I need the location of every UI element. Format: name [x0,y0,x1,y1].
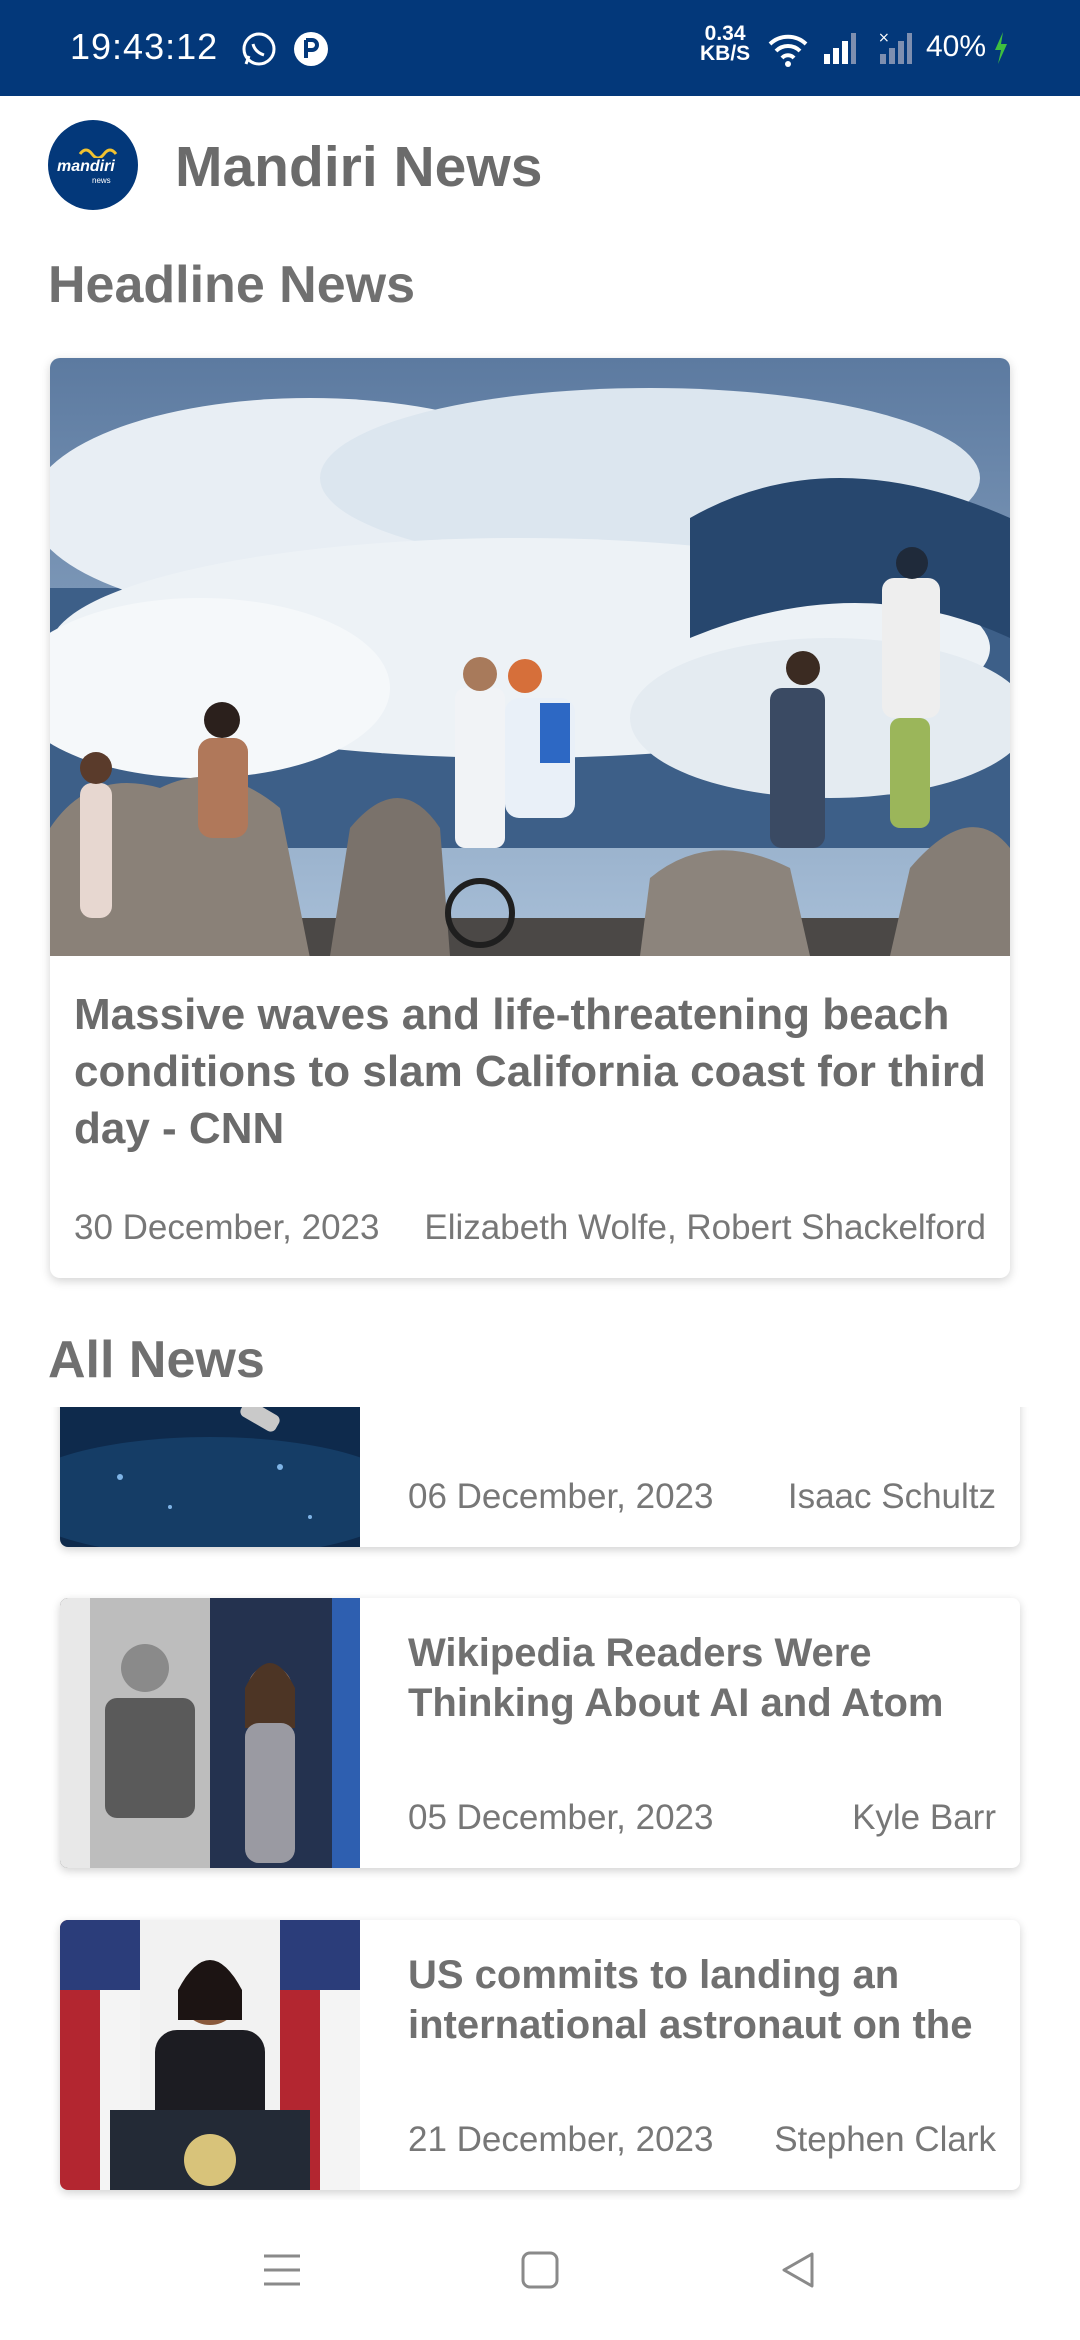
news-title [408,1407,998,1417]
all-news-section-title: All News [48,1331,265,1389]
battery-level: 40% [926,30,987,63]
speed-unit: KB/S [700,42,751,65]
app-title: Mandiri News [175,135,543,199]
news-author: Isaac Schultz [787,1477,996,1516]
headline-card[interactable]: Massive waves and life-threatening beach… [50,358,1010,1278]
wifi-icon [766,30,810,73]
charging-icon [992,30,1010,71]
headline-section-title: Headline News [48,256,416,314]
headline-author: Elizabeth Wolfe, Robert Shackelford [424,1208,986,1247]
app-notification-icon [292,30,330,73]
headline-image [50,358,1010,956]
headline-date: 30 December, 2023 [74,1208,380,1247]
news-title: US commits to landing an international a… [408,1953,973,2047]
menu-icon[interactable] [262,2250,302,2295]
network-speed: 0.34 KB/S [700,22,751,65]
headline-title: Massive waves and life-threatening beach… [74,990,986,1153]
app-logo: mandiri news [48,120,138,210]
home-icon[interactable] [520,2250,560,2295]
news-date: 21 December, 2023 [408,2120,714,2159]
news-title: Wikipedia Readers Were Thinking About AI… [408,1631,944,1725]
svg-text:×: × [878,30,890,46]
list-item[interactable]: Wikipedia Readers Were Thinking About AI… [60,1598,1020,1868]
signal-icon [822,30,858,71]
list-item[interactable]: US commits to landing an international a… [60,1920,1020,2190]
news-thumbnail [60,1407,360,1547]
list-item[interactable]: 06 December, 2023 Isaac Schultz [60,1407,1020,1547]
whatsapp-icon [240,30,278,73]
news-thumbnail [60,1920,360,2190]
speed-value: 0.34 [704,22,746,45]
back-icon[interactable] [778,2250,818,2295]
logo-text: mandiri [57,158,115,175]
status-time: 19:43:12 [70,26,219,67]
status-bar: 19:43:12 0.34 KB/S × 40% [0,0,1080,96]
news-author: Stephen Clark [774,2120,996,2159]
no-signal-icon: × [878,30,916,71]
news-list[interactable]: 06 December, 2023 Isaac Schultz Wikipedi… [0,1407,1080,2202]
wave-icon [78,148,118,158]
news-author: Kyle Barr [852,1798,996,1837]
news-thumbnail [60,1598,360,1868]
logo-subtext: news [92,176,111,185]
news-date: 05 December, 2023 [408,1798,714,1837]
news-date: 06 December, 2023 [408,1477,714,1516]
system-nav-bar [0,2200,1080,2340]
